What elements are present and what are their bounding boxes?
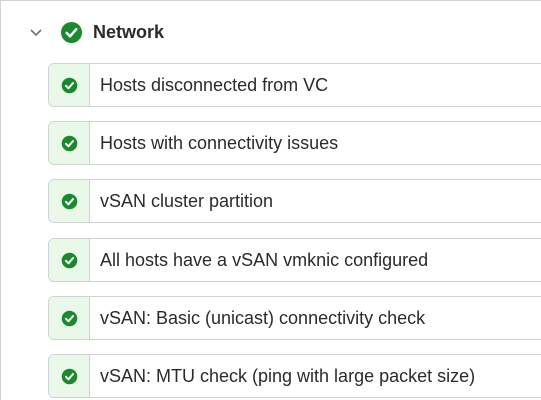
check-label: vSAN: Basic (unicast) connectivity check bbox=[100, 308, 426, 328]
health-check-row[interactable]: All hosts have a vSAN vmknic configured bbox=[48, 238, 541, 282]
success-check-icon bbox=[61, 252, 78, 269]
check-label: Hosts disconnected from VC bbox=[100, 75, 329, 95]
row-status-cell bbox=[49, 239, 90, 281]
health-check-panel: Network Hosts disconnected from VC Hosts… bbox=[0, 0, 541, 400]
health-check-row[interactable]: vSAN cluster partition bbox=[48, 179, 541, 223]
check-label: All hosts have a vSAN vmknic configured bbox=[100, 250, 429, 270]
health-check-row[interactable]: Hosts with connectivity issues bbox=[48, 121, 541, 165]
health-check-row[interactable]: vSAN: Basic (unicast) connectivity check bbox=[48, 296, 541, 340]
row-status-cell bbox=[49, 64, 90, 106]
check-label: vSAN: MTU check (ping with large packet … bbox=[100, 366, 476, 386]
health-check-row[interactable]: vSAN: MTU check (ping with large packet … bbox=[48, 354, 541, 398]
row-status-cell bbox=[49, 355, 90, 397]
check-label: vSAN cluster partition bbox=[100, 191, 274, 211]
check-label: Hosts with connectivity issues bbox=[100, 133, 339, 153]
success-check-icon bbox=[61, 135, 78, 152]
success-check-icon bbox=[61, 77, 78, 94]
success-check-icon bbox=[61, 193, 78, 210]
row-status-cell bbox=[49, 297, 90, 339]
success-check-icon bbox=[61, 368, 78, 385]
success-check-icon bbox=[60, 21, 83, 44]
row-status-cell bbox=[49, 180, 90, 222]
row-status-cell bbox=[49, 122, 90, 164]
chevron-down-icon[interactable] bbox=[29, 25, 43, 39]
network-group-header[interactable]: Network bbox=[1, 1, 541, 61]
health-check-row[interactable]: Hosts disconnected from VC bbox=[48, 63, 541, 107]
success-check-icon bbox=[61, 310, 78, 327]
group-title: Network bbox=[93, 22, 165, 42]
